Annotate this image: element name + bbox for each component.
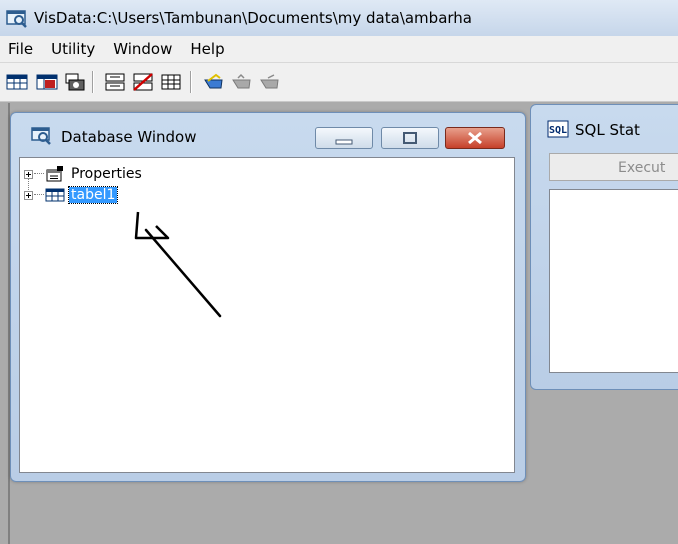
properties-icon [46,166,63,182]
menu-window[interactable]: Window [109,40,176,58]
no-data-control-icon[interactable] [132,72,154,92]
database-window[interactable]: Database Window Properties tabel1 [10,112,526,482]
close-button[interactable] [445,127,505,149]
tree-item-properties[interactable]: Properties [24,164,144,184]
table-icon [45,188,65,202]
rollback-icon[interactable] [258,72,280,92]
data-control-icon[interactable] [104,72,126,92]
svg-text:SQL: SQL [549,125,567,136]
toolbar-separator [92,71,94,93]
menu-bar: File Utility Window Help [0,36,678,63]
database-window-title: Database Window [61,128,197,146]
table-type-icon[interactable] [6,72,28,92]
tree-item-label: Properties [71,166,142,182]
database-tree[interactable]: Properties tabel1 [19,157,515,473]
toolbar [0,63,678,102]
grid-control-icon[interactable] [160,72,182,92]
menu-file[interactable]: File [4,40,37,58]
database-window-icon [6,10,27,28]
minimize-icon [335,139,353,145]
close-icon [468,131,482,145]
tree-connector [34,173,44,175]
tree-connector [34,194,44,196]
execute-button[interactable]: Execut [549,153,678,181]
visdata-app: VisData:C:\Users\Tambunan\Documents\my d… [0,0,678,544]
sql-window-title: SQL Stat [575,121,640,139]
minimize-button[interactable] [315,127,373,149]
database-window-icon [31,127,51,145]
sql-icon: SQL [547,120,569,138]
tree-item-label: tabel1 [67,186,119,204]
dynaset-type-icon[interactable] [36,72,58,92]
snapshot-type-icon[interactable] [64,72,86,92]
toolbar-separator [190,71,192,93]
sql-statement-input[interactable] [549,189,678,373]
tree-item-tabel1[interactable]: tabel1 [24,185,119,205]
sql-statement-window[interactable]: SQL SQL Stat Execut [530,104,678,390]
title-bar[interactable]: VisData:C:\Users\Tambunan\Documents\my d… [0,0,678,36]
expand-icon[interactable] [24,169,33,179]
expand-icon[interactable] [24,190,33,200]
menu-help[interactable]: Help [186,40,228,58]
begin-transaction-icon[interactable] [202,72,224,92]
restore-button[interactable] [381,127,439,149]
restore-icon [403,132,417,144]
menu-utility[interactable]: Utility [47,40,99,58]
commit-icon[interactable] [230,72,252,92]
window-title: VisData:C:\Users\Tambunan\Documents\my d… [34,9,472,27]
